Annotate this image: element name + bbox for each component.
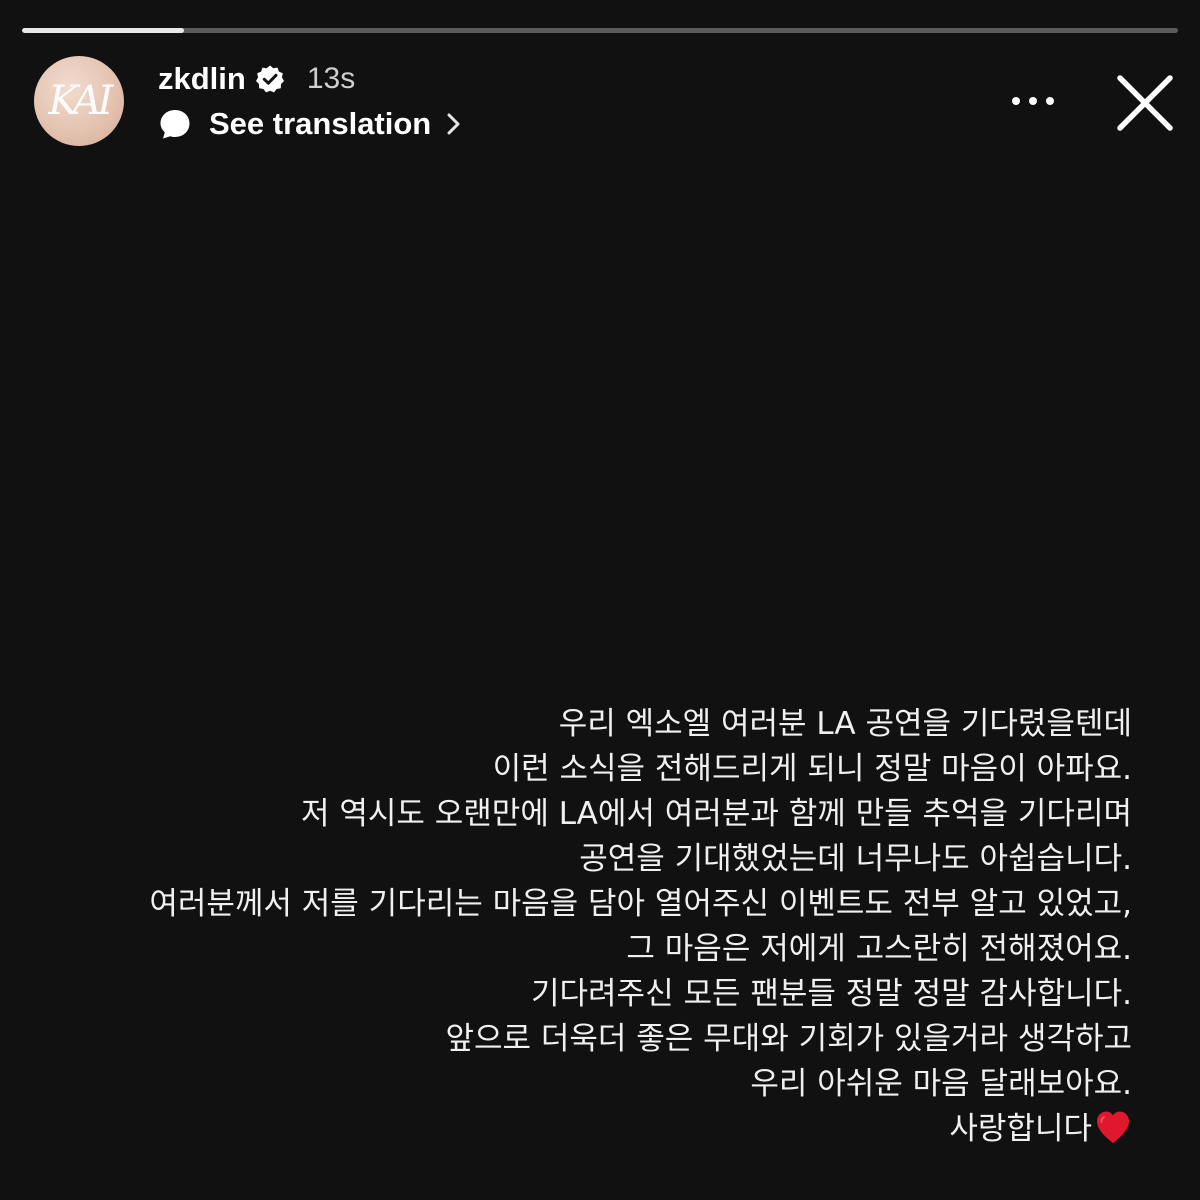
more-horizontal-icon bbox=[1012, 97, 1054, 105]
message-line: 앞으로 더욱더 좋은 무대와 기회가 있을거라 생각하고 bbox=[445, 1021, 1132, 1057]
more-options-button[interactable] bbox=[1004, 84, 1062, 118]
see-translation-label: See translation bbox=[209, 106, 432, 141]
story-header-meta: zkdlin 13s bbox=[158, 58, 355, 100]
post-time: 13s bbox=[306, 62, 356, 95]
story-viewer[interactable]: KAI zkdlin 13s See translation 우리 엑소엘 여러… bbox=[0, 0, 1200, 1200]
story-progress-bar bbox=[22, 28, 1178, 33]
username[interactable]: zkdlin bbox=[158, 61, 246, 97]
chevron-right-icon bbox=[445, 110, 463, 138]
message-line: 기다려주신 모든 팬분들 정말 정말 감사합니다. bbox=[530, 976, 1132, 1012]
close-button[interactable] bbox=[1112, 70, 1178, 136]
see-translation-button[interactable]: See translation bbox=[158, 104, 463, 144]
message-line: 공연을 기대했었는데 너무나도 아쉽습니다. bbox=[579, 841, 1132, 877]
message-line: 여러분께서 저를 기다리는 마음을 담아 열어주신 이벤트도 전부 알고 있었고… bbox=[149, 886, 1132, 922]
speech-bubble-icon bbox=[158, 107, 192, 141]
close-icon bbox=[1117, 75, 1173, 131]
message-line: 저 역시도 오랜만에 LA에서 여러분과 함께 만들 추억을 기다리며 bbox=[300, 796, 1132, 832]
message-line: 우리 엑소엘 여러분 LA 공연을 기다렸을텐데 bbox=[558, 706, 1132, 742]
message-line-last: 사랑합니다 bbox=[132, 1107, 1132, 1152]
verified-badge-icon bbox=[255, 64, 285, 94]
message-line: 그 마음은 저에게 고스란히 전해졌어요. bbox=[626, 931, 1132, 967]
message-line: 이런 소식을 전해드리게 되니 정말 마음이 아파요. bbox=[492, 751, 1132, 787]
message-line: 우리 아쉬운 마음 달래보아요. bbox=[750, 1066, 1132, 1102]
avatar[interactable]: KAI bbox=[34, 56, 124, 146]
red-heart-icon bbox=[1094, 1109, 1132, 1145]
avatar-monogram: KAI bbox=[48, 78, 114, 124]
story-progress-fill bbox=[22, 28, 184, 33]
story-text-overlay: 우리 엑소엘 여러분 LA 공연을 기다렸을텐데 이런 소식을 전해드리게 되니… bbox=[132, 702, 1132, 1152]
message-closing-text: 사랑합니다 bbox=[949, 1111, 1092, 1147]
